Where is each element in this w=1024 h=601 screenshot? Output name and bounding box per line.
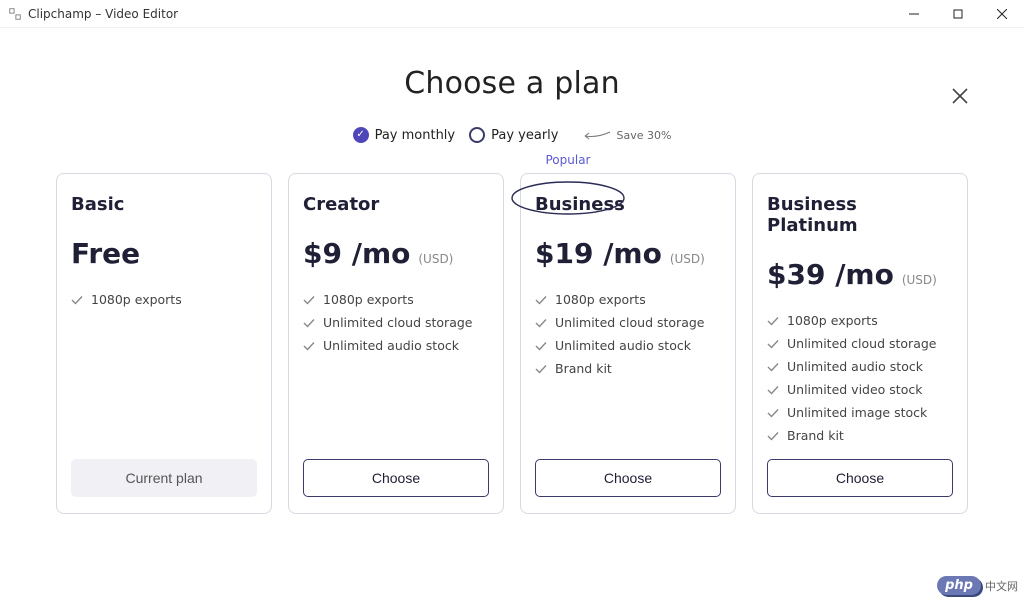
window-controls	[892, 0, 1024, 28]
check-icon	[535, 340, 547, 352]
plan-price: $39 /mo	[767, 258, 894, 291]
radio-selected-icon	[353, 127, 369, 143]
window-close-button[interactable]	[980, 0, 1024, 28]
feature-item: Unlimited cloud storage	[767, 336, 953, 351]
check-icon	[767, 361, 779, 373]
plan-price-row: $9 /mo (USD)	[303, 237, 489, 270]
check-icon	[767, 315, 779, 327]
billing-toggle: Pay monthly Pay yearly Save 30%	[40, 127, 984, 143]
check-icon	[535, 317, 547, 329]
plan-features: 1080p exports	[71, 292, 257, 443]
content-area: Choose a plan Pay monthly Pay yearly Sav…	[0, 28, 1024, 601]
plan-features: 1080p exports Unlimited cloud storage Un…	[303, 292, 489, 443]
check-icon	[767, 384, 779, 396]
page-title: Choose a plan	[40, 66, 984, 101]
feature-item: 1080p exports	[303, 292, 489, 307]
save-annotation: Save 30%	[582, 128, 671, 142]
plan-name: Basic	[71, 194, 257, 215]
plan-card-creator: Creator $9 /mo (USD) 1080p exports Unlim…	[288, 173, 504, 514]
feature-item: 1080p exports	[767, 313, 953, 328]
feature-item: Unlimited video stock	[767, 382, 953, 397]
check-icon	[535, 294, 547, 306]
check-icon	[767, 430, 779, 442]
window-title: Clipchamp – Video Editor	[28, 7, 178, 21]
watermark-badge: php	[937, 576, 981, 595]
choose-button[interactable]: Choose	[535, 459, 721, 497]
check-icon	[767, 338, 779, 350]
feature-item: 1080p exports	[535, 292, 721, 307]
plan-name: Creator	[303, 194, 489, 215]
check-icon	[535, 363, 547, 375]
feature-item: Unlimited cloud storage	[535, 315, 721, 330]
feature-item: Brand kit	[535, 361, 721, 376]
plan-price: $19 /mo	[535, 237, 662, 270]
minimize-button[interactable]	[892, 0, 936, 28]
choose-button[interactable]: Choose	[303, 459, 489, 497]
close-dialog-button[interactable]	[948, 84, 972, 108]
plan-name: Business Platinum	[767, 194, 953, 236]
plan-price: $9 /mo	[303, 237, 410, 270]
watermark: php 中文网	[937, 576, 1018, 595]
feature-item: Brand kit	[767, 428, 953, 443]
feature-item: Unlimited audio stock	[303, 338, 489, 353]
plan-price-row: Free	[71, 237, 257, 270]
plan-name: Business	[535, 194, 721, 215]
feature-item: Unlimited cloud storage	[303, 315, 489, 330]
feature-item: Unlimited image stock	[767, 405, 953, 420]
pay-monthly-option[interactable]: Pay monthly	[353, 127, 456, 143]
save-annotation-text: Save 30%	[616, 129, 671, 142]
plan-price: Free	[71, 237, 140, 270]
pay-yearly-label: Pay yearly	[491, 128, 558, 143]
choose-button[interactable]: Choose	[767, 459, 953, 497]
check-icon	[303, 294, 315, 306]
check-icon	[71, 294, 83, 306]
check-icon	[303, 340, 315, 352]
plan-card-basic: Basic Free 1080p exports Current plan	[56, 173, 272, 514]
plan-features: 1080p exports Unlimited cloud storage Un…	[535, 292, 721, 443]
pay-yearly-option[interactable]: Pay yearly	[469, 127, 558, 143]
app-icon	[8, 7, 22, 21]
window-titlebar: Clipchamp – Video Editor	[0, 0, 1024, 28]
titlebar-left: Clipchamp – Video Editor	[8, 7, 178, 21]
maximize-button[interactable]	[936, 0, 980, 28]
plan-features: 1080p exports Unlimited cloud storage Un…	[767, 313, 953, 443]
check-icon	[303, 317, 315, 329]
feature-item: Unlimited audio stock	[535, 338, 721, 353]
arrow-icon	[582, 128, 612, 142]
plan-card-business: Business $19 /mo (USD) 1080p exports Unl…	[520, 173, 736, 514]
radio-unselected-icon	[469, 127, 485, 143]
plan-card-business-platinum: Business Platinum $39 /mo (USD) 1080p ex…	[752, 173, 968, 514]
feature-item: 1080p exports	[71, 292, 257, 307]
plans-grid: Basic Free 1080p exports Current plan Cr…	[40, 173, 984, 514]
plan-currency: (USD)	[902, 273, 937, 287]
popular-label: Popular	[152, 153, 984, 167]
plan-currency: (USD)	[418, 252, 453, 266]
pay-monthly-label: Pay monthly	[375, 128, 456, 143]
current-plan-button: Current plan	[71, 459, 257, 497]
plan-price-row: $19 /mo (USD)	[535, 237, 721, 270]
plan-price-row: $39 /mo (USD)	[767, 258, 953, 291]
check-icon	[767, 407, 779, 419]
plan-currency: (USD)	[670, 252, 705, 266]
watermark-text: 中文网	[985, 578, 1018, 594]
feature-item: Unlimited audio stock	[767, 359, 953, 374]
